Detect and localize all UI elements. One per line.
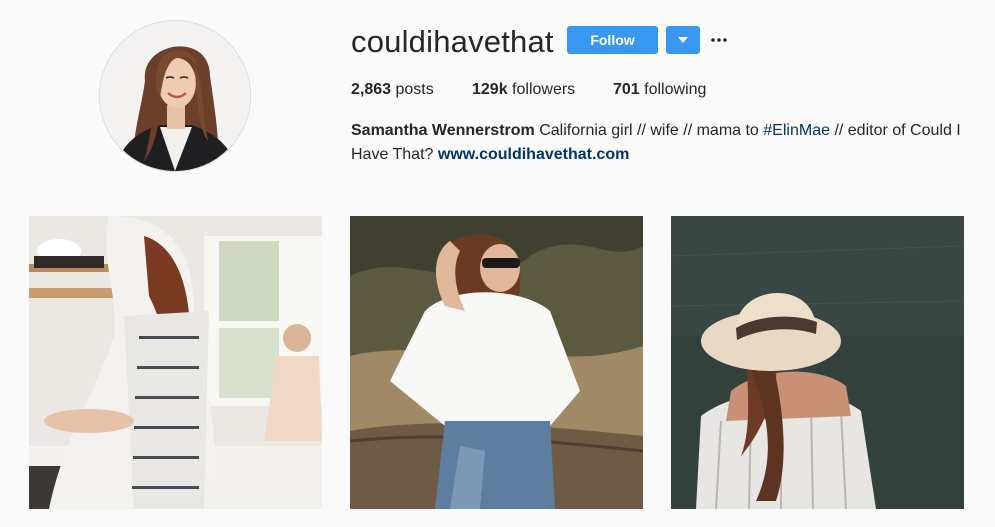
posts-label: posts bbox=[395, 81, 434, 98]
profile-page: couldihavethat Follow 2,863 posts 129k f… bbox=[0, 0, 995, 527]
full-name: Samantha Wennerstrom bbox=[351, 122, 535, 139]
follow-button[interactable]: Follow bbox=[567, 26, 658, 54]
post-thumbnail-1[interactable] bbox=[29, 216, 322, 509]
kitchen-photo-icon bbox=[29, 216, 322, 509]
website-link[interactable]: www.couldihavethat.com bbox=[438, 146, 629, 163]
more-options-button[interactable] bbox=[710, 31, 728, 49]
hashtag-link[interactable]: #ElinMae bbox=[763, 122, 830, 139]
ellipsis-icon bbox=[711, 38, 727, 42]
username: couldihavethat bbox=[351, 24, 554, 59]
followers-stat[interactable]: 129k followers bbox=[472, 80, 575, 100]
following-stat[interactable]: 701 following bbox=[613, 80, 706, 100]
bio-text-1: California girl // wife // mama to bbox=[539, 122, 759, 139]
profile-photo-icon bbox=[100, 21, 250, 171]
hat-by-water-photo-icon bbox=[671, 216, 964, 509]
suggested-dropdown-button[interactable] bbox=[666, 26, 700, 54]
followers-label: followers bbox=[512, 81, 576, 98]
posts-count: 2,863 bbox=[351, 81, 392, 98]
post-thumbnail-2[interactable] bbox=[350, 216, 643, 509]
posts-stat: 2,863 posts bbox=[351, 80, 434, 100]
bio: Samantha Wennerstrom California girl // … bbox=[351, 119, 963, 167]
following-count: 701 bbox=[613, 81, 640, 98]
followers-count: 129k bbox=[472, 81, 508, 98]
outdoor-portrait-photo-icon bbox=[350, 216, 643, 509]
post-thumbnail-3[interactable] bbox=[671, 216, 964, 509]
chevron-down-icon bbox=[678, 37, 688, 43]
avatar[interactable] bbox=[100, 21, 250, 171]
following-label: following bbox=[644, 81, 707, 98]
